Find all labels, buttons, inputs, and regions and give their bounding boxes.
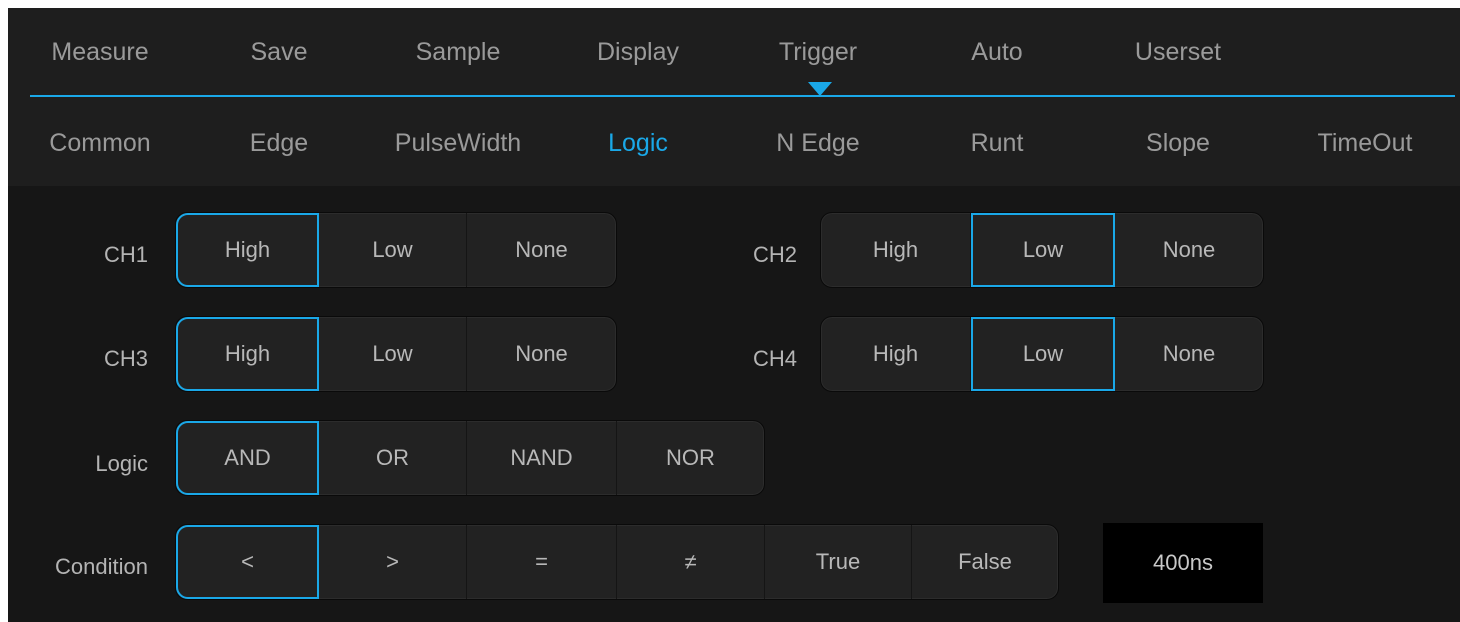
ch4-high-option[interactable]: High (821, 317, 971, 391)
logic-and-option[interactable]: AND (176, 421, 319, 495)
trigger-settings-panel: Measure Save Sample Display Trigger Auto… (8, 8, 1460, 622)
condition-selector: < > = ≠ True False (175, 524, 1059, 600)
tab-measure[interactable]: Measure (51, 38, 148, 67)
condition-equal-option[interactable]: = (467, 525, 617, 599)
ch4-selector: High Low None (820, 316, 1264, 392)
ch4-none-option[interactable]: None (1115, 317, 1263, 391)
ch3-low-option[interactable]: Low (319, 317, 467, 391)
condition-less-than-option[interactable]: < (176, 525, 319, 599)
ch2-high-option[interactable]: High (821, 213, 971, 287)
subtab-timeout[interactable]: TimeOut (1318, 129, 1413, 158)
condition-true-option[interactable]: True (765, 525, 912, 599)
ch1-low-option[interactable]: Low (319, 213, 467, 287)
tab-sample[interactable]: Sample (416, 38, 501, 67)
subtab-logic[interactable]: Logic (608, 129, 668, 158)
ch2-selector: High Low None (820, 212, 1264, 288)
ch2-label: CH2 (752, 242, 797, 267)
logic-selector: AND OR NAND NOR (175, 420, 765, 496)
condition-time-value[interactable]: 400ns (1103, 523, 1263, 603)
condition-greater-than-option[interactable]: > (319, 525, 467, 599)
condition-not-equal-option[interactable]: ≠ (617, 525, 765, 599)
ch1-label: CH1 (103, 242, 148, 267)
ch2-none-option[interactable]: None (1115, 213, 1263, 287)
active-tab-caret-icon (808, 82, 832, 96)
ch3-high-option[interactable]: High (176, 317, 319, 391)
logic-label: Logic (95, 451, 148, 476)
tab-auto[interactable]: Auto (971, 38, 1022, 67)
ch3-selector: High Low None (175, 316, 617, 392)
menu-divider (30, 95, 1455, 97)
subtab-edge[interactable]: Edge (250, 129, 308, 158)
subtab-runt[interactable]: Runt (971, 129, 1024, 158)
tab-display[interactable]: Display (597, 38, 679, 67)
ch4-low-option[interactable]: Low (971, 317, 1115, 391)
tab-trigger[interactable]: Trigger (779, 38, 857, 67)
ch1-high-option[interactable]: High (176, 213, 319, 287)
ch2-low-option[interactable]: Low (971, 213, 1115, 287)
ch1-none-option[interactable]: None (467, 213, 616, 287)
ch1-selector: High Low None (175, 212, 617, 288)
subtab-pulsewidth[interactable]: PulseWidth (395, 129, 521, 158)
subtab-slope[interactable]: Slope (1146, 129, 1210, 158)
logic-nand-option[interactable]: NAND (467, 421, 617, 495)
ch3-label: CH3 (103, 346, 148, 371)
tab-save[interactable]: Save (251, 38, 308, 67)
logic-or-option[interactable]: OR (319, 421, 467, 495)
subtab-n-edge[interactable]: N Edge (776, 129, 859, 158)
menu-bar: Measure Save Sample Display Trigger Auto… (8, 8, 1460, 186)
tab-userset[interactable]: Userset (1135, 38, 1221, 67)
condition-false-option[interactable]: False (912, 525, 1058, 599)
ch4-label: CH4 (752, 346, 797, 371)
ch3-none-option[interactable]: None (467, 317, 616, 391)
subtab-common[interactable]: Common (49, 129, 150, 158)
logic-nor-option[interactable]: NOR (617, 421, 764, 495)
condition-label: Condition (55, 554, 148, 579)
